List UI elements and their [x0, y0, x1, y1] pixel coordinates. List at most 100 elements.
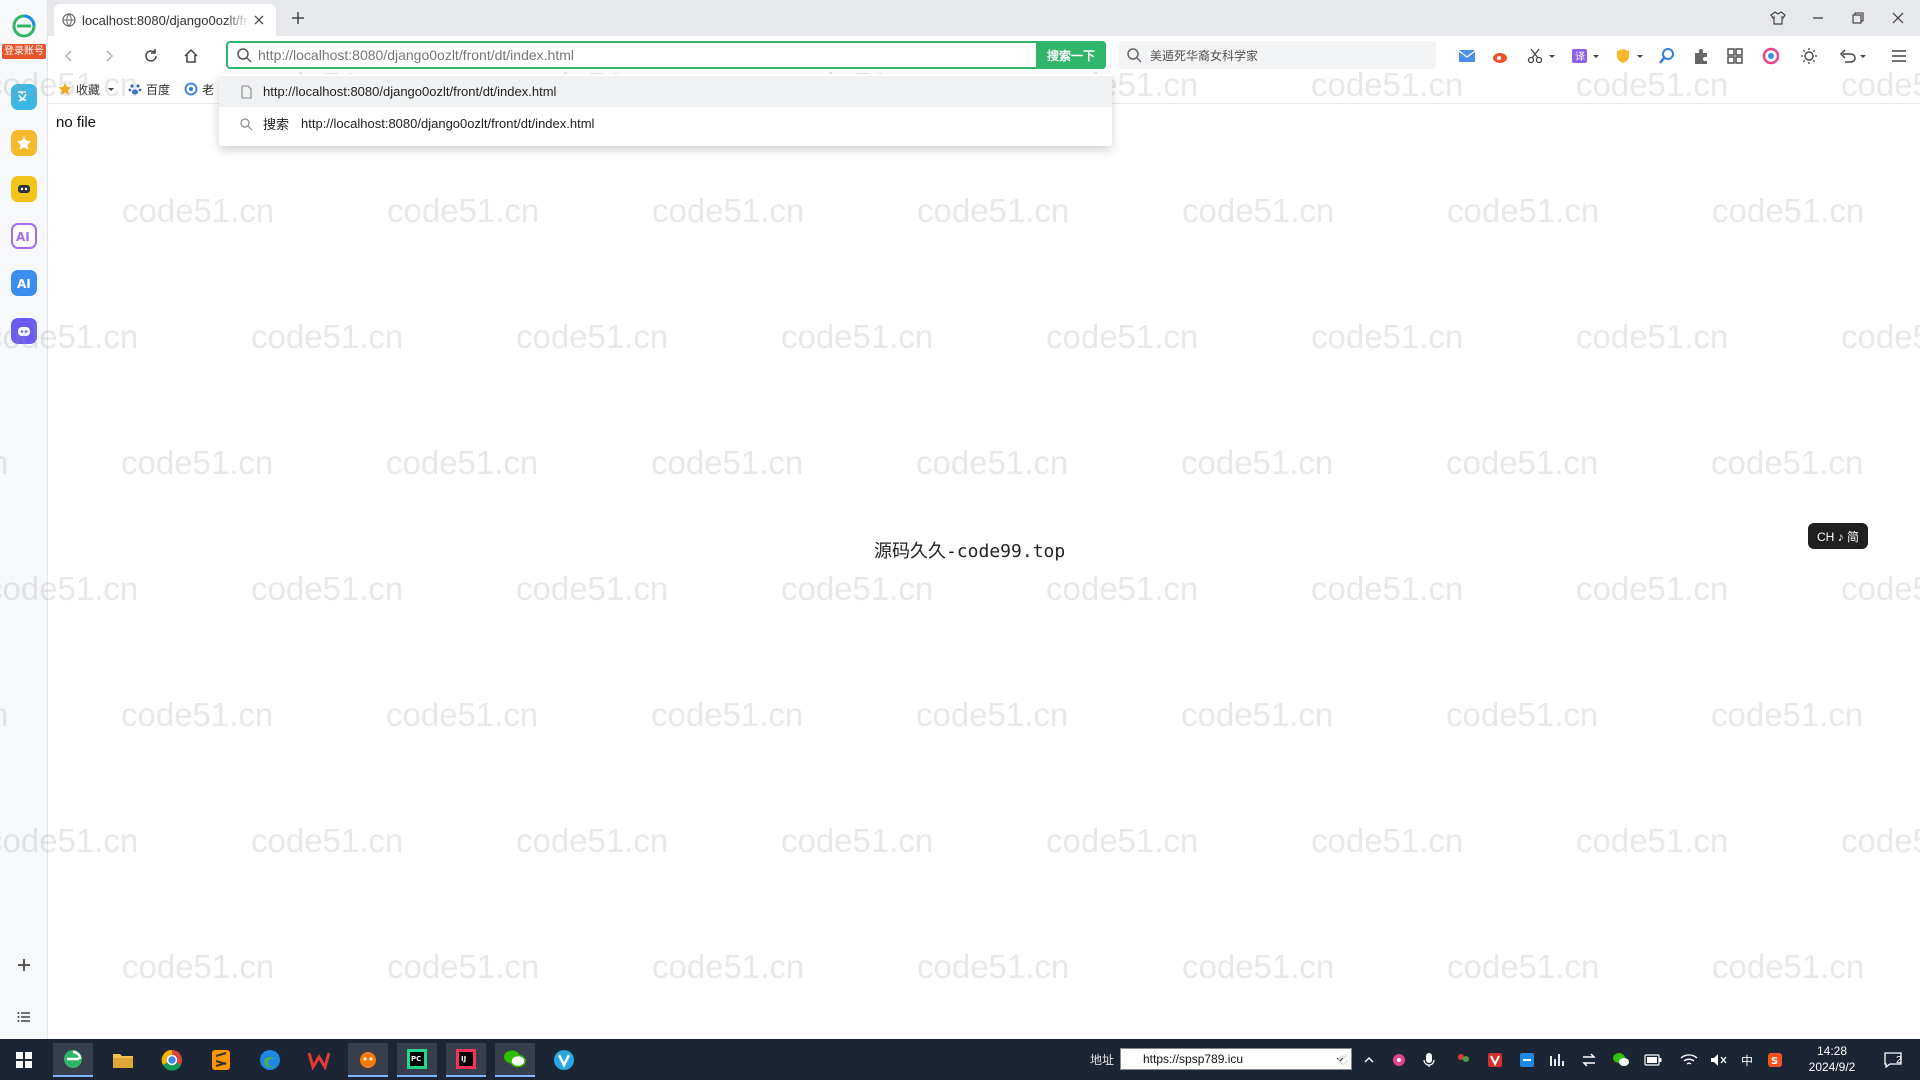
- login-badge[interactable]: 登录账号: [2, 44, 46, 59]
- tray-app-3[interactable]: [1486, 1051, 1504, 1069]
- bookmark-label: 老: [202, 82, 215, 97]
- find-button[interactable]: [1656, 45, 1678, 67]
- tray-app-6[interactable]: [1580, 1051, 1598, 1069]
- minimize-button[interactable]: [1804, 6, 1832, 30]
- translate-icon: [18, 91, 27, 102]
- undo-button[interactable]: [1836, 45, 1870, 67]
- address-input[interactable]: [258, 43, 1036, 67]
- clock-date: 2024/9/2: [1808, 1060, 1856, 1074]
- close-window-button[interactable]: [1884, 6, 1912, 30]
- security-button[interactable]: [1612, 45, 1648, 67]
- taskbar-app-pycharm[interactable]: PC: [397, 1043, 437, 1077]
- taskbar-app-edge[interactable]: [250, 1043, 290, 1077]
- home-button[interactable]: [178, 43, 204, 69]
- tray-app-2[interactable]: [1454, 1051, 1472, 1069]
- taskbar-app-intellij[interactable]: IJ: [446, 1043, 486, 1077]
- extensions-button[interactable]: [1690, 45, 1712, 67]
- close-icon: [1892, 12, 1904, 24]
- sidebar-app-favorites[interactable]: [11, 130, 37, 156]
- left-sidebar: 登录账号 AI AI: [0, 0, 48, 1039]
- tray-sogou[interactable]: S: [1766, 1051, 1784, 1069]
- translate-button[interactable]: 译: [1568, 45, 1604, 67]
- tab-active[interactable]: localhost:8080/django0ozlt/front/dt/inde…: [54, 4, 276, 36]
- brightness-button[interactable]: [1798, 45, 1820, 67]
- sublime-icon: [212, 1050, 230, 1070]
- taskbar-app-navicat[interactable]: [348, 1043, 388, 1077]
- new-tab-button[interactable]: [286, 6, 310, 30]
- taskbar-app-vscode[interactable]: [544, 1043, 584, 1077]
- sidebar-app-translate[interactable]: [11, 84, 37, 110]
- sidebar-app-ai-writer[interactable]: AI: [11, 223, 37, 249]
- translate-icon: 译: [1572, 49, 1599, 63]
- notification-count: 2: [1896, 1055, 1902, 1066]
- tray-wechat[interactable]: [1612, 1051, 1630, 1069]
- screenshot-button[interactable]: [1524, 45, 1560, 67]
- bookmark-third[interactable]: 老: [184, 80, 214, 98]
- taskbar-app-chrome[interactable]: [152, 1043, 192, 1077]
- skin-button[interactable]: [1764, 6, 1792, 30]
- sidebar-app-chat[interactable]: [11, 176, 37, 202]
- notifications-button[interactable]: 2: [1880, 1051, 1906, 1069]
- reload-button[interactable]: [138, 43, 164, 69]
- search-go-button[interactable]: 搜索一下: [1036, 41, 1106, 69]
- clock[interactable]: 14:28 2024/9/2: [1800, 1043, 1864, 1075]
- forward-button[interactable]: [96, 43, 122, 69]
- tray-battery[interactable]: [1644, 1051, 1662, 1069]
- tab-close-icon[interactable]: [250, 11, 268, 29]
- sidebar-add-button[interactable]: [12, 953, 36, 977]
- tray-volume[interactable]: [1710, 1051, 1728, 1069]
- taskbar-address-input[interactable]: https://spsp789.icu: [1120, 1048, 1352, 1070]
- bookmark-favorites[interactable]: 收藏: [58, 80, 120, 98]
- tab-strip: localhost:8080/django0ozlt/front/dt/inde…: [48, 0, 1920, 36]
- svg-text:AI: AI: [16, 230, 30, 243]
- suggestion-text: http://localhost:8080/django0ozlt/front/…: [301, 116, 595, 131]
- suggestion-item[interactable]: http://localhost:8080/django0ozlt/front/…: [219, 76, 1112, 107]
- star-icon: [58, 82, 72, 95]
- suggestion-text: http://localhost:8080/django0ozlt/front/…: [263, 84, 557, 99]
- mail-button[interactable]: [1456, 45, 1478, 67]
- browser-logo[interactable]: 登录账号: [0, 14, 48, 60]
- tray-app-1[interactable]: [1390, 1051, 1408, 1069]
- bookmark-baidu[interactable]: 百度: [128, 80, 170, 98]
- search-engine-box[interactable]: 美遁死华裔女科学家: [1118, 41, 1436, 69]
- tray-app-4[interactable]: [1518, 1051, 1536, 1069]
- tray-show-hidden[interactable]: [1360, 1051, 1378, 1069]
- suggestion-item[interactable]: 搜索 http://localhost:8080/django0ozlt/fro…: [219, 108, 1112, 139]
- page-content: no file 源码久久-code99.top: [49, 105, 1920, 1039]
- restore-button[interactable]: [1844, 6, 1872, 30]
- back-button[interactable]: [56, 43, 82, 69]
- wps-icon: [308, 1052, 330, 1070]
- bookmark-label: 百度: [146, 82, 171, 97]
- tray-app-5[interactable]: [1548, 1051, 1566, 1069]
- folder-icon: [113, 1054, 133, 1068]
- tray-wifi[interactable]: [1680, 1051, 1698, 1069]
- circle-icon: [184, 82, 198, 96]
- tray-input-language[interactable]: 中: [1741, 1052, 1753, 1069]
- chat-bot-icon: [18, 185, 30, 193]
- taskbar-app-360-browser[interactable]: [53, 1043, 93, 1077]
- taskbar-app-explorer[interactable]: [103, 1043, 143, 1077]
- taskbar-app-wps[interactable]: [299, 1043, 339, 1077]
- ime-indicator[interactable]: CH ♪ 简: [1808, 523, 1868, 549]
- weibo-button[interactable]: [1490, 45, 1512, 67]
- chevron-up-icon: [1364, 1057, 1374, 1063]
- transfer-icon: [1582, 1053, 1596, 1067]
- address-go-button[interactable]: [1334, 1051, 1352, 1069]
- start-button[interactable]: [4, 1043, 44, 1077]
- paw-icon: [128, 84, 142, 95]
- address-bar[interactable]: 搜索一下: [226, 41, 1106, 69]
- mail-icon: [1458, 50, 1476, 62]
- home-icon: [184, 48, 198, 63]
- taskbar-app-sublime[interactable]: [201, 1043, 241, 1077]
- taskbar-app-wechat[interactable]: [495, 1043, 535, 1077]
- ai-assistant-button[interactable]: [1760, 45, 1782, 67]
- apps-grid-button[interactable]: [1724, 45, 1746, 67]
- clock-time: 14:28: [1816, 1044, 1848, 1058]
- tray-microphone[interactable]: [1420, 1051, 1438, 1069]
- intellij-icon: IJ: [456, 1049, 476, 1069]
- sidebar-menu-button[interactable]: [12, 1005, 36, 1029]
- main-menu-button[interactable]: [1888, 45, 1910, 67]
- sidebar-app-ai[interactable]: AI: [11, 270, 37, 296]
- sidebar-app-robot[interactable]: [11, 318, 37, 344]
- suggestion-label: 搜索: [263, 117, 290, 132]
